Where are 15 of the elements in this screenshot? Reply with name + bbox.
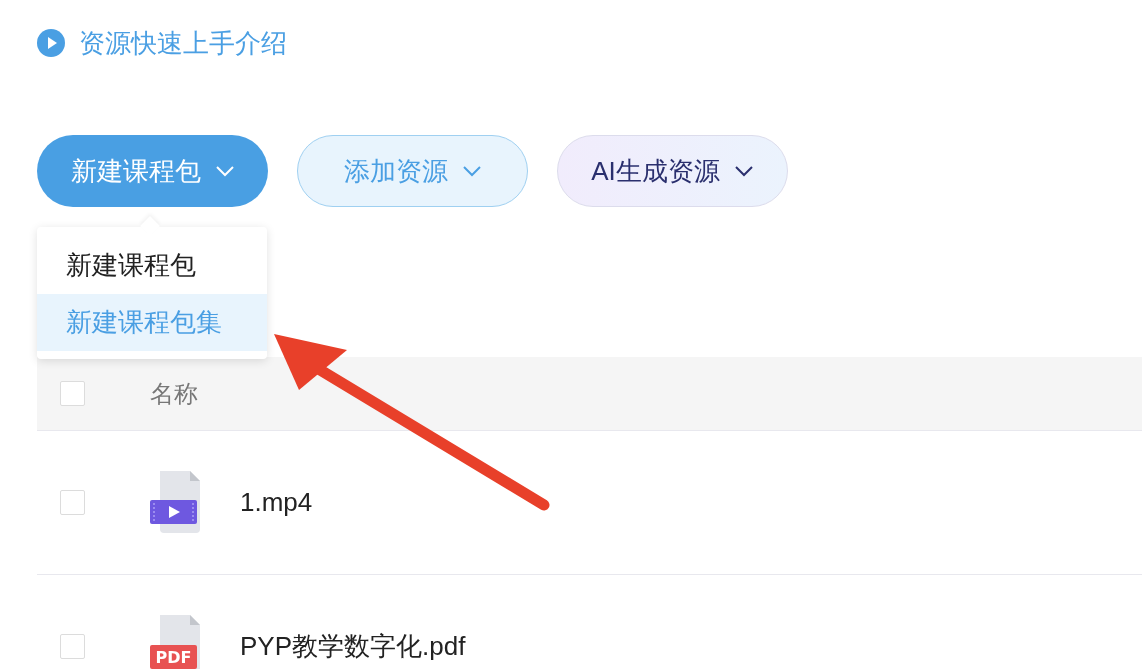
file-name[interactable]: PYP教学数字化.pdf [240, 629, 466, 664]
video-file-icon [150, 470, 202, 535]
play-icon [37, 29, 65, 57]
column-header: 名称 [150, 378, 198, 409]
file-name[interactable]: 1.mp4 [240, 487, 313, 518]
file-type-label: PDF [155, 648, 192, 667]
checkbox[interactable] [60, 381, 85, 406]
chevron-down-icon [733, 165, 754, 177]
chevron-down-icon [214, 165, 235, 177]
chevron-down-icon [461, 165, 482, 177]
dropdown-button[interactable]: AI生成资源 [557, 135, 788, 207]
pdf-file-icon [150, 615, 200, 669]
menu-item[interactable]: 新建课程包 [37, 237, 267, 294]
checkbox[interactable] [60, 634, 85, 659]
checkbox[interactable] [60, 490, 85, 515]
